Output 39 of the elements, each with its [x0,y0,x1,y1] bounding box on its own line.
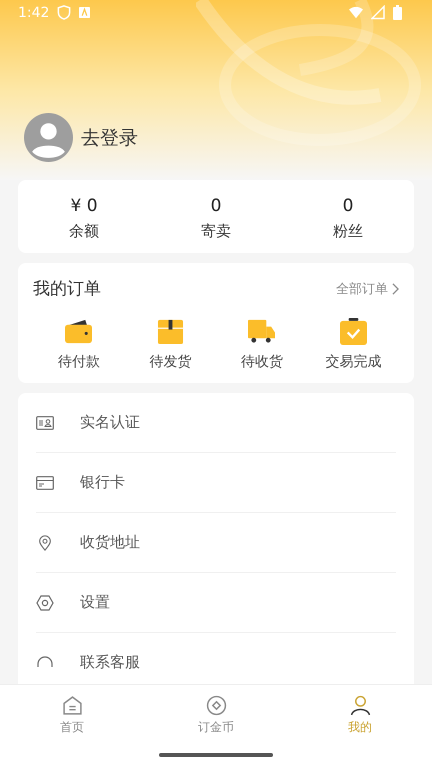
stat-label: 余额 [69,222,99,241]
box-icon [156,318,185,345]
order-status-button[interactable]: 待付款 [38,318,119,371]
clipboard-check-icon [338,318,368,345]
id-card-icon [36,414,54,430]
tab[interactable]: 首页 [0,695,144,736]
menu-item[interactable]: 设置 [36,573,396,633]
signal-icon [371,5,385,20]
menu-item[interactable]: 收货地址 [36,513,396,573]
truck-icon [247,318,276,345]
menu-item[interactable]: 联系客服 [36,633,396,684]
stat-value: 0 [342,196,354,216]
section-title: 我的订单 [33,278,101,300]
stat-value: 0 [210,196,222,216]
all-orders-link[interactable]: 全部订单 [336,280,399,298]
settings-icon [36,594,54,610]
menu-item[interactable]: 银行卡 [36,453,396,513]
wifi-icon [349,5,363,20]
battery-icon [393,5,402,20]
stat-label: 粉丝 [333,222,363,241]
stat-label: 寄卖 [201,222,231,241]
location-pin-icon [36,534,54,550]
chevron-right-icon [392,282,399,294]
status-time: 1:42 [18,4,50,20]
notification-icon [79,7,90,18]
login-link[interactable]: 去登录 [81,124,138,150]
tab[interactable]: 订金币 [144,695,288,736]
order-status-button[interactable]: 待发货 [130,318,210,371]
coin-icon [206,695,226,716]
credit-card-icon [36,474,54,490]
wallet-icon [64,318,94,345]
person-icon [350,695,370,716]
avatar-icon[interactable] [24,113,73,162]
home-icon [62,695,82,716]
shield-icon [57,5,72,20]
stat-value: ¥ 0 [70,196,98,216]
order-status-button[interactable]: 交易完成 [313,318,394,371]
menu-item[interactable]: 实名认证 [36,393,396,453]
order-status-button[interactable]: 待收货 [222,318,302,371]
